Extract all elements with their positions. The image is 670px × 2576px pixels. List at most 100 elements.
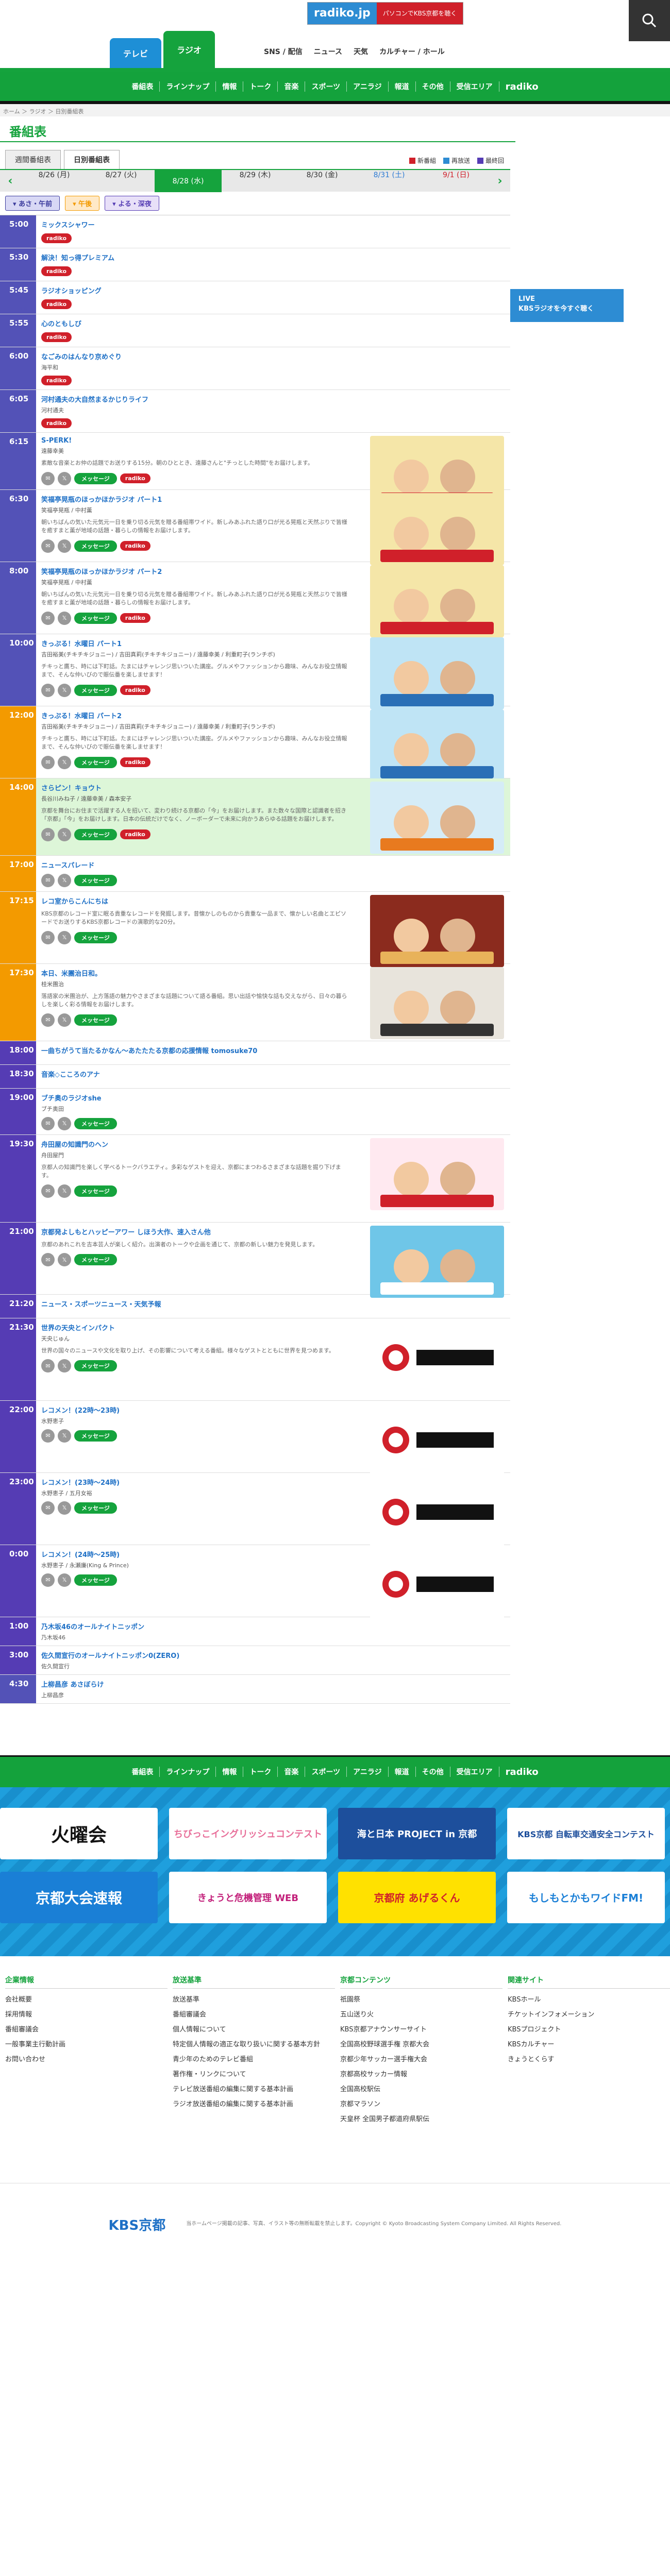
- x-icon[interactable]: 𝕏: [58, 755, 71, 769]
- footer-link[interactable]: きょうとくらす: [508, 2054, 670, 2063]
- footer-link[interactable]: 放送基準: [173, 1994, 335, 2004]
- footer-link[interactable]: ラジオ放送番組の編集に関する基本計画: [173, 2098, 335, 2108]
- footer-link[interactable]: チケットインフォメーション: [508, 2009, 670, 2019]
- x-icon[interactable]: 𝕏: [58, 1501, 71, 1515]
- footer-link[interactable]: 著作権・リンクについて: [173, 2069, 335, 2078]
- banner-ageruken[interactable]: 京都府 あげるくん: [338, 1871, 496, 1923]
- mail-icon[interactable]: ✉: [41, 1116, 55, 1130]
- kbs-logo[interactable]: KBS京都: [109, 2215, 166, 2234]
- banner-kyoto-taikai[interactable]: 京都大会速報: [0, 1871, 158, 1923]
- x-icon[interactable]: 𝕏: [58, 1573, 71, 1587]
- live-listen-button[interactable]: LIVE KBSラジオを今すぐ聴く: [510, 289, 624, 322]
- footer-link[interactable]: 青少年のためのテレビ番組: [173, 2054, 335, 2063]
- footer-link[interactable]: KBSプロジェクト: [508, 2024, 670, 2033]
- period-night-button[interactable]: ▾ よる・深夜: [105, 196, 159, 211]
- tab-daily[interactable]: 日別番組表: [64, 150, 120, 169]
- mail-icon[interactable]: ✉: [41, 827, 55, 841]
- banner-bike-contest[interactable]: KBS京都 自転車交通安全コンテスト: [507, 1807, 665, 1859]
- banner-english-contest[interactable]: ちびっこイングリッシュコンテスト: [169, 1807, 327, 1859]
- radiko-button[interactable]: radiko: [120, 613, 150, 623]
- message-button[interactable]: メッセージ: [74, 1574, 117, 1586]
- x-icon[interactable]: 𝕏: [58, 539, 71, 553]
- x-icon[interactable]: 𝕏: [58, 1116, 71, 1130]
- banner-umi-project[interactable]: 海と日本 PROJECT in 京都: [338, 1807, 496, 1859]
- footer-link[interactable]: 全国高校駅伝: [340, 2083, 502, 2093]
- message-button[interactable]: メッセージ: [74, 1254, 117, 1265]
- x-icon[interactable]: 𝕏: [58, 1013, 71, 1027]
- date-1[interactable]: 8/27 (火): [88, 170, 155, 192]
- search-button[interactable]: [629, 0, 670, 41]
- banner-kiki-kanri[interactable]: きょうと危機管理 WEB: [169, 1871, 327, 1923]
- mail-icon[interactable]: ✉: [41, 1573, 55, 1587]
- footer-subnav-anime[interactable]: アニラジ: [347, 1767, 389, 1777]
- x-icon[interactable]: 𝕏: [58, 1359, 71, 1372]
- footer-link[interactable]: KBSホール: [508, 1994, 670, 2004]
- footer-link[interactable]: 京都少年サッカー選手権大会: [340, 2054, 502, 2063]
- tab-radio[interactable]: ラジオ: [163, 31, 215, 68]
- footer-link[interactable]: 京都マラソン: [340, 2098, 502, 2108]
- footer-link[interactable]: KBSカルチャー: [508, 2039, 670, 2048]
- footer-link[interactable]: 会社概要: [5, 1994, 167, 2004]
- program-title[interactable]: 解決！知っ得プレミアム: [41, 252, 505, 262]
- program-title[interactable]: なごみのはんなり京めぐり: [41, 351, 505, 361]
- footer-link[interactable]: 全国高校野球選手権 京都大会: [340, 2039, 502, 2048]
- x-icon[interactable]: 𝕏: [58, 930, 71, 944]
- footer-subnav-info[interactable]: 情報: [216, 1767, 244, 1777]
- footer-link[interactable]: 一般事業主行動計画: [5, 2039, 167, 2048]
- footer-subnav-radiko[interactable]: radiko: [499, 1767, 545, 1777]
- subnav-sports[interactable]: スポーツ: [305, 81, 347, 92]
- nav-sns[interactable]: SNS / 配信: [264, 46, 303, 57]
- mail-icon[interactable]: ✉: [41, 873, 55, 887]
- mail-icon[interactable]: ✉: [41, 1253, 55, 1266]
- radiko-button[interactable]: radiko: [41, 266, 72, 276]
- tab-weekly[interactable]: 週間番組表: [5, 150, 61, 169]
- footer-subnav-other[interactable]: その他: [416, 1767, 450, 1777]
- message-button[interactable]: メッセージ: [74, 828, 117, 840]
- subnav-schedule[interactable]: 番組表: [125, 81, 160, 92]
- radiko-banner[interactable]: radiko.jp パソコンでKBS京都を聴く: [307, 2, 464, 25]
- date-4[interactable]: 8/30 (金): [289, 170, 356, 192]
- footer-link[interactable]: テレビ放送番組の編集に関する基本計画: [173, 2083, 335, 2093]
- footer-subnav-sports[interactable]: スポーツ: [305, 1767, 347, 1777]
- mail-icon[interactable]: ✉: [41, 1359, 55, 1372]
- mail-icon[interactable]: ✉: [41, 683, 55, 697]
- mail-icon[interactable]: ✉: [41, 1184, 55, 1198]
- message-button[interactable]: メッセージ: [74, 612, 117, 624]
- footer-link[interactable]: 採用情報: [5, 2009, 167, 2019]
- footer-subnav-area[interactable]: 受信エリア: [450, 1767, 499, 1777]
- x-icon[interactable]: 𝕏: [58, 873, 71, 887]
- tab-tv[interactable]: テレビ: [110, 38, 161, 68]
- mail-icon[interactable]: ✉: [41, 1013, 55, 1027]
- radiko-button[interactable]: radiko: [41, 332, 72, 342]
- mail-icon[interactable]: ✉: [41, 1501, 55, 1515]
- message-button[interactable]: メッセージ: [74, 472, 117, 484]
- message-button[interactable]: メッセージ: [74, 1360, 117, 1371]
- subnav-radiko[interactable]: radiko: [499, 81, 545, 92]
- program-title[interactable]: 上柳昌彦 あさぼらけ: [41, 1679, 505, 1689]
- program-title[interactable]: ニュース・スポーツニュース・天気予報: [41, 1299, 505, 1309]
- footer-link[interactable]: 個人情報について: [173, 2024, 335, 2033]
- date-6[interactable]: 9/1 (日): [423, 170, 490, 192]
- banner-wide-fm[interactable]: もしもとかもワイドFM!: [507, 1871, 665, 1923]
- footer-link[interactable]: KBS京都アナウンサーサイト: [340, 2024, 502, 2033]
- x-icon[interactable]: 𝕏: [58, 1184, 71, 1198]
- message-button[interactable]: メッセージ: [74, 1502, 117, 1514]
- footer-subnav-schedule[interactable]: 番組表: [125, 1767, 160, 1777]
- footer-link[interactable]: 祇園祭: [340, 1994, 502, 2004]
- message-button[interactable]: メッセージ: [74, 756, 117, 768]
- x-icon[interactable]: 𝕏: [58, 827, 71, 841]
- subnav-other[interactable]: その他: [416, 81, 450, 92]
- mail-icon[interactable]: ✉: [41, 471, 55, 485]
- subnav-area[interactable]: 受信エリア: [450, 81, 499, 92]
- radiko-button[interactable]: radiko: [120, 829, 150, 839]
- nav-weather[interactable]: 天気: [354, 46, 368, 57]
- program-title[interactable]: 音楽◇こころのアナ: [41, 1069, 505, 1079]
- mail-icon[interactable]: ✉: [41, 539, 55, 553]
- footer-subnav-talk[interactable]: トーク: [243, 1767, 278, 1777]
- footer-subnav-lineup[interactable]: ラインナップ: [160, 1767, 216, 1777]
- subnav-anime[interactable]: アニラジ: [347, 81, 389, 92]
- mail-icon[interactable]: ✉: [41, 755, 55, 769]
- nav-culture[interactable]: カルチャー / ホール: [379, 46, 445, 57]
- radiko-button[interactable]: radiko: [41, 376, 72, 385]
- x-icon[interactable]: 𝕏: [58, 471, 71, 485]
